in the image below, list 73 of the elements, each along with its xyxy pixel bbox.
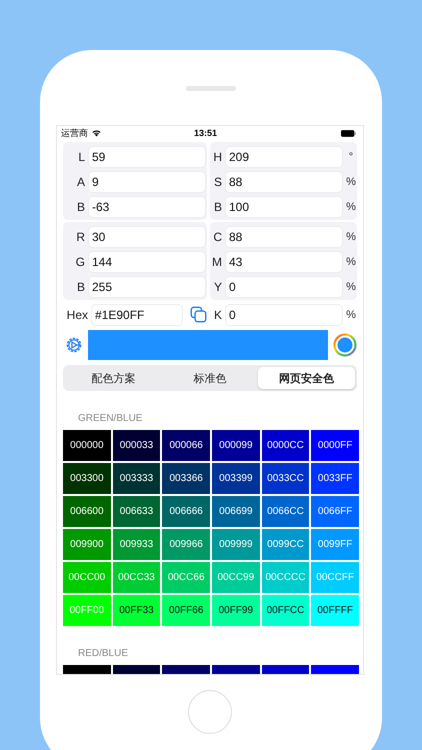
- color-swatch[interactable]: 00FFCC: [262, 595, 310, 626]
- field-label: Hex: [66, 308, 89, 322]
- color-swatch[interactable]: 0066FF: [311, 496, 359, 527]
- input-field[interactable]: 209: [225, 146, 343, 168]
- color-swatch[interactable]: 0000FF: [311, 430, 359, 461]
- input-field[interactable]: 9: [88, 170, 206, 192]
- field-label: C: [212, 230, 223, 244]
- unit-label: %: [345, 280, 357, 292]
- field-label: K: [212, 308, 223, 322]
- input-field[interactable]: 0: [225, 276, 343, 298]
- field-label: B: [76, 280, 86, 294]
- field-label: B: [76, 200, 86, 214]
- color-swatch[interactable]: 009966: [162, 529, 210, 560]
- unit-label: %: [345, 256, 357, 268]
- input-field[interactable]: 59: [88, 146, 206, 168]
- field-label: Y: [212, 280, 223, 294]
- input-field[interactable]: 100: [225, 196, 343, 218]
- color-swatch[interactable]: 003300: [63, 463, 111, 494]
- color-swatch[interactable]: 00FF33: [112, 595, 160, 626]
- settings-icon[interactable]: [64, 335, 84, 355]
- segment-tab[interactable]: 标准色: [162, 367, 258, 389]
- input-field[interactable]: 144: [88, 250, 206, 272]
- input-field[interactable]: 255: [88, 276, 206, 298]
- color-swatch[interactable]: 000000: [63, 430, 111, 461]
- battery-icon: [341, 130, 356, 136]
- input-field[interactable]: 88: [225, 170, 343, 192]
- status-time: 13:51: [194, 128, 218, 138]
- section-title: RED/BLUE: [78, 648, 130, 659]
- unit-label: %: [345, 176, 357, 188]
- color-swatch[interactable]: 000099: [212, 430, 260, 461]
- copy-icon[interactable]: [190, 306, 207, 323]
- input-field[interactable]: 43: [225, 250, 343, 272]
- color-swatch[interactable]: 0033FF: [311, 463, 359, 494]
- unit-label: °: [348, 150, 354, 162]
- input-field[interactable]: -63: [88, 196, 206, 218]
- input-field[interactable]: 30: [88, 226, 206, 248]
- color-swatch[interactable]: 006699: [212, 496, 260, 527]
- segment-tab[interactable]: 配色方案: [65, 367, 162, 389]
- segment-tab[interactable]: 网页安全色: [258, 367, 356, 389]
- color-swatch[interactable]: 0066CC: [262, 496, 310, 527]
- wifi-icon: [91, 129, 102, 137]
- field-label: B: [212, 200, 223, 214]
- color-swatch[interactable]: 00FFFF: [311, 595, 359, 626]
- color-swatch[interactable]: 00FF66: [162, 595, 210, 626]
- color-swatch[interactable]: 00FF99: [212, 595, 260, 626]
- color-swatch[interactable]: 000033: [112, 430, 160, 461]
- color-swatch[interactable]: 003399: [212, 463, 260, 494]
- color-swatch[interactable]: 000066: [162, 430, 210, 461]
- color-swatch[interactable]: 006600: [63, 496, 111, 527]
- field-label: L: [77, 150, 86, 164]
- color-swatch[interactable]: 003366: [162, 463, 210, 494]
- carrier-name: 运营商: [61, 126, 88, 140]
- color-swatch[interactable]: 0033CC: [262, 463, 310, 494]
- color-wheel-icon[interactable]: [333, 333, 358, 357]
- field-label: H: [212, 150, 223, 164]
- field-label: R: [75, 230, 86, 244]
- field-label: M: [211, 254, 223, 268]
- color-swatch[interactable]: 006666: [162, 496, 210, 527]
- section-title: GREEN/BLUE: [78, 413, 144, 424]
- color-swatch[interactable]: 009933: [112, 529, 160, 560]
- unit-label: %: [345, 308, 357, 320]
- input-field[interactable]: #1E90FF: [91, 304, 183, 326]
- field-label: A: [76, 174, 86, 188]
- color-swatch[interactable]: 009900: [63, 529, 111, 560]
- input-field[interactable]: 88: [225, 226, 343, 248]
- color-swatch[interactable]: 006633: [112, 496, 160, 527]
- input-field[interactable]: 0: [225, 304, 343, 326]
- color-swatch[interactable]: 0000CC: [262, 430, 310, 461]
- unit-label: %: [345, 230, 357, 242]
- field-label: S: [212, 174, 223, 188]
- color-swatch[interactable]: 003333: [112, 463, 160, 494]
- field-label: G: [74, 254, 86, 268]
- unit-label: %: [345, 200, 357, 212]
